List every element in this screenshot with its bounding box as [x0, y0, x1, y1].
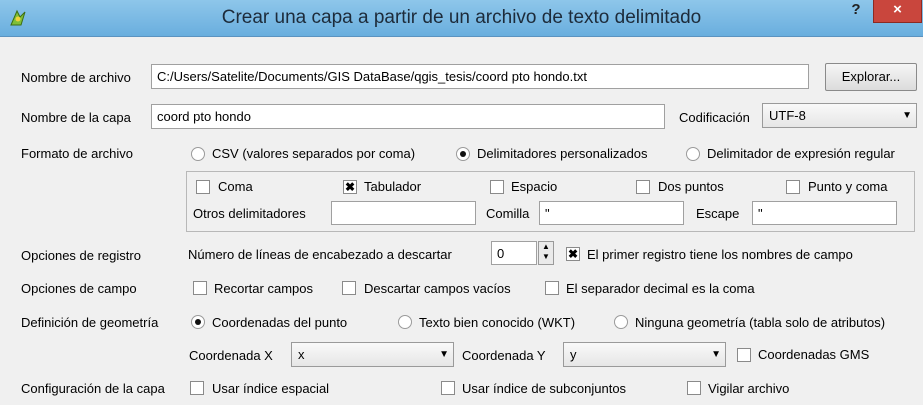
title-bar: Crear una capa a partir de un archivo de… — [0, 0, 923, 37]
field-options-label: Opciones de campo — [21, 281, 137, 296]
spin-up-icon[interactable]: ▲ — [539, 242, 553, 252]
checkbox-trim-fields-label: Recortar campos — [214, 281, 313, 296]
checkbox-colon-label: Dos puntos — [658, 179, 724, 194]
checkbox-spatial-index-label: Usar índice espacial — [212, 381, 330, 396]
radio-regex-label: Delimitador de expresión regular — [707, 146, 895, 161]
checkbox-spatial-index[interactable] — [190, 381, 204, 395]
window-title: Crear una capa a partir de un archivo de… — [221, 7, 702, 28]
browse-button[interactable]: Explorar... — [825, 63, 917, 91]
checkbox-watch-file-label: Vigilar archivo — [708, 381, 790, 396]
checkbox-header-names[interactable]: ✖ — [566, 247, 580, 261]
checkbox-trim-fields[interactable] — [193, 281, 207, 295]
skip-lines-label: Número de líneas de encabezado a descart… — [188, 247, 452, 262]
radio-custom-delimiters-label: Delimitadores personalizados — [477, 146, 648, 161]
x-coordinate-value: x — [298, 347, 305, 362]
radio-csv-label: CSV (valores separados por coma) — [212, 146, 416, 161]
radio-csv[interactable] — [191, 147, 205, 161]
y-coordinate-value: y — [570, 347, 577, 362]
quote-field[interactable]: " — [539, 201, 684, 225]
checkbox-semicolon[interactable] — [786, 180, 800, 194]
layer-name-field[interactable]: coord pto hondo — [151, 104, 665, 129]
checkbox-semicolon-label: Punto y coma — [808, 179, 888, 194]
checkbox-watch-file[interactable] — [687, 381, 701, 395]
checkbox-comma-label: Coma — [218, 179, 253, 194]
checkbox-space-label: Espacio — [511, 179, 558, 194]
record-options-label: Opciones de registro — [21, 248, 141, 263]
quote-label: Comilla — [486, 206, 530, 221]
radio-custom-delimiters[interactable] — [456, 147, 470, 161]
radio-regex[interactable] — [686, 147, 700, 161]
checkbox-tab[interactable]: ✖ — [343, 180, 357, 194]
close-button[interactable]: × — [873, 0, 922, 23]
checkbox-dms[interactable] — [737, 348, 751, 362]
file-format-label: Formato de archivo — [21, 146, 133, 161]
checkbox-decimal-comma-label: El separador decimal es la coma — [566, 281, 755, 296]
checkbox-discard-empty-label: Descartar campos vacíos — [364, 281, 511, 296]
other-delimiters-field[interactable] — [331, 201, 476, 225]
checkbox-discard-empty[interactable] — [342, 281, 356, 295]
help-button[interactable]: ? — [844, 1, 868, 23]
encoding-label: Codificación — [679, 110, 750, 125]
checkbox-subset-index-label: Usar índice de subconjuntos — [462, 381, 627, 396]
y-coordinate-label: Coordenada Y — [462, 348, 546, 363]
radio-wkt[interactable] — [398, 315, 412, 329]
x-coordinate-label: Coordenada X — [189, 348, 273, 363]
chevron-down-icon: ▼ — [439, 349, 449, 360]
checkbox-dms-label: Coordenadas GMS — [758, 347, 870, 362]
checkbox-header-names-label: El primer registro tiene los nombres de … — [587, 247, 853, 262]
file-name-label: Nombre de archivo — [21, 70, 131, 85]
radio-wkt-label: Texto bien conocido (WKT) — [419, 315, 576, 330]
checkbox-space[interactable] — [490, 180, 504, 194]
radio-point-coordinates-label: Coordenadas del punto — [212, 315, 348, 330]
chevron-down-icon: ▼ — [711, 349, 721, 360]
checkbox-decimal-comma[interactable] — [545, 281, 559, 295]
skip-lines-field[interactable]: 0 — [491, 241, 537, 265]
layer-name-label: Nombre de la capa — [21, 110, 131, 125]
file-path-field[interactable]: C:/Users/Satelite/Documents/GIS DataBase… — [151, 64, 809, 89]
geometry-definition-label: Definición de geometría — [21, 315, 159, 330]
y-coordinate-select[interactable]: y ▼ — [563, 342, 726, 367]
encoding-value: UTF-8 — [769, 108, 806, 123]
x-coordinate-select[interactable]: x ▼ — [291, 342, 454, 367]
checkbox-comma[interactable] — [196, 180, 210, 194]
checkbox-tab-label: Tabulador — [364, 179, 422, 194]
layer-settings-label: Configuración de la capa — [21, 381, 165, 396]
radio-no-geometry[interactable] — [614, 315, 628, 329]
radio-no-geometry-label: Ninguna geometría (tabla solo de atribut… — [635, 315, 886, 330]
checkbox-colon[interactable] — [636, 180, 650, 194]
encoding-select[interactable]: UTF-8 ▼ — [762, 103, 917, 128]
chevron-down-icon: ▼ — [902, 110, 912, 121]
escape-label: Escape — [696, 206, 740, 221]
other-delimiters-label: Otros delimitadores — [193, 206, 306, 221]
radio-point-coordinates[interactable] — [191, 315, 205, 329]
spin-down-icon[interactable]: ▼ — [539, 252, 553, 262]
checkbox-subset-index[interactable] — [441, 381, 455, 395]
escape-field[interactable]: " — [752, 201, 897, 225]
skip-lines-stepper[interactable]: ▲ ▼ — [538, 241, 554, 265]
